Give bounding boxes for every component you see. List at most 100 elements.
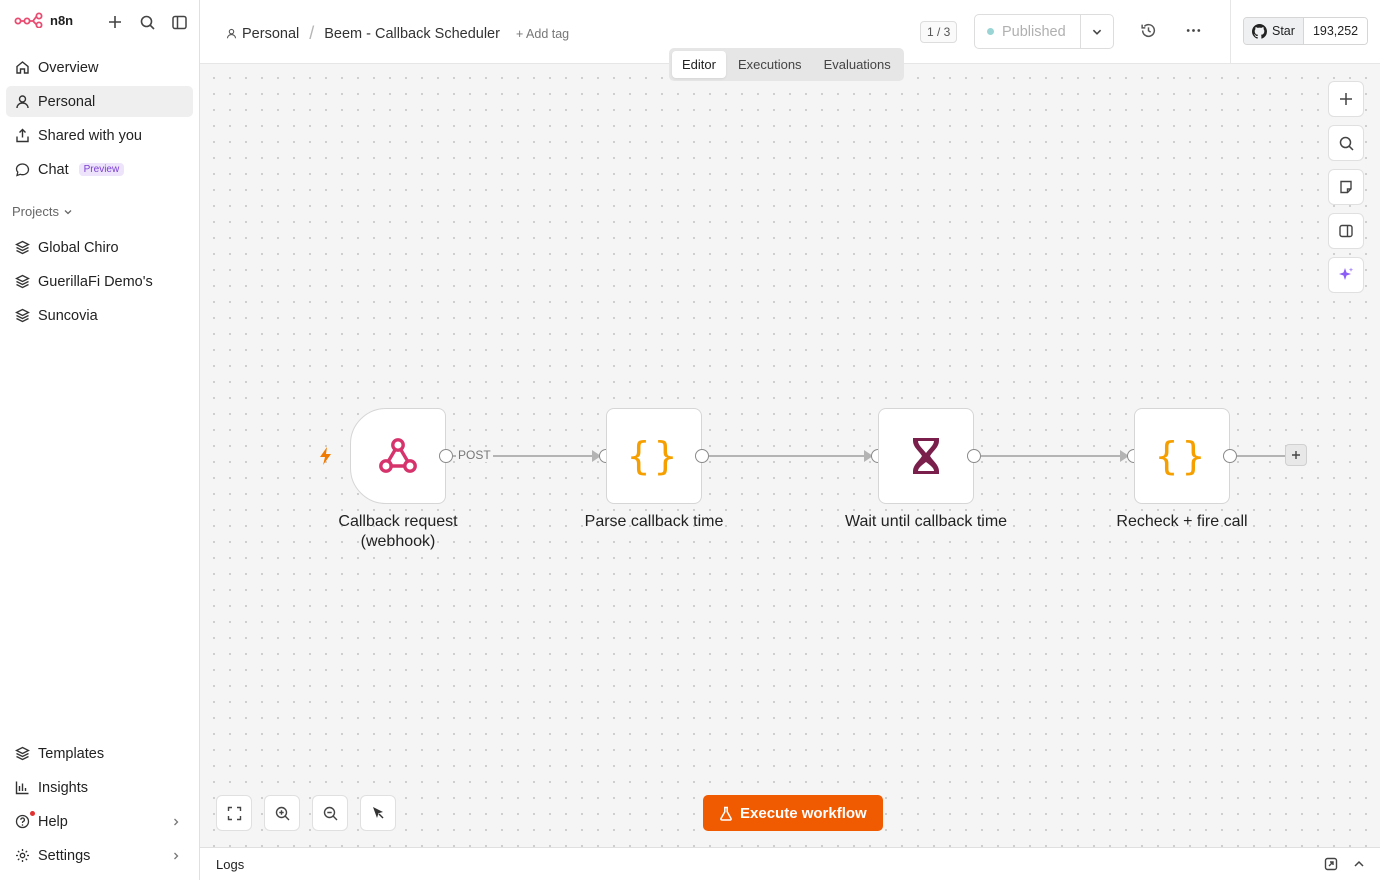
execute-workflow-button[interactable]: Execute workflow — [703, 795, 883, 831]
sidebar-item-label: Settings — [38, 847, 91, 864]
logs-panel-bar[interactable]: Logs — [200, 847, 1380, 880]
hourglass-icon — [913, 438, 939, 474]
version-counter: 1 / 3 — [920, 21, 958, 43]
node-wait-until-callback[interactable] — [878, 408, 974, 504]
publish-dropdown-button[interactable] — [1081, 15, 1113, 48]
n8n-logo[interactable]: n8n — [14, 12, 73, 28]
editor-tabs: Editor Executions Evaluations — [669, 48, 904, 81]
zoom-in-button[interactable] — [264, 795, 300, 831]
node-recheck-fire-call[interactable]: {} — [1134, 408, 1230, 504]
sidebar-item-shared[interactable]: Shared with you — [6, 120, 193, 151]
flask-icon — [720, 806, 732, 821]
tab-editor[interactable]: Editor — [672, 51, 726, 78]
zoom-out-button[interactable] — [312, 795, 348, 831]
zoom-in-icon — [275, 806, 289, 820]
node-label-line: Wait until callback time — [844, 513, 1008, 530]
bar-chart-icon — [15, 781, 29, 795]
projects-section-toggle[interactable]: Projects — [12, 204, 73, 219]
sidebar-item-label: Insights — [38, 779, 88, 796]
code-icon: {} — [627, 434, 681, 478]
github-star-label: Star — [1272, 24, 1295, 38]
add-tag-button[interactable]: + Add tag — [516, 27, 569, 41]
node-label-line: Callback request — [338, 513, 458, 530]
execute-label: Execute workflow — [740, 804, 867, 822]
home-icon — [16, 61, 29, 74]
user-icon — [226, 28, 237, 39]
n8n-logo-icon — [14, 12, 43, 28]
publish-control: Published — [974, 14, 1114, 49]
popout-icon[interactable] — [1324, 857, 1338, 871]
logs-actions — [1324, 857, 1366, 871]
breadcrumb-separator: / — [309, 23, 315, 43]
project-item-global-chiro[interactable]: Global Chiro — [6, 232, 193, 263]
collapse-sidebar-icon[interactable] — [169, 12, 189, 32]
chevron-down-icon — [1092, 29, 1102, 35]
github-star-count: 193,252 — [1303, 18, 1368, 44]
breadcrumb-project[interactable]: Personal — [242, 26, 299, 42]
canvas-zoom-toolbar — [216, 795, 396, 831]
sidebar-item-label: Overview — [38, 59, 99, 76]
workflow-name[interactable]: Beem - Callback Scheduler — [324, 26, 500, 42]
sidebar-item-label: Templates — [38, 745, 105, 762]
fit-view-button[interactable] — [216, 795, 252, 831]
publish-button[interactable]: Published — [975, 15, 1081, 48]
project-label: GuerillaFi Demo's — [38, 273, 153, 290]
sidebar: n8n Overview Personal Shared with you Ch… — [0, 0, 200, 880]
workflow-canvas[interactable]: Callback request (webhook) POST {} Parse… — [200, 64, 1380, 847]
sidebar-item-label: Personal — [38, 93, 96, 110]
chevron-down-icon — [64, 209, 72, 214]
layers-icon — [15, 274, 30, 289]
header-divider — [1230, 0, 1231, 64]
layers-icon — [15, 308, 30, 323]
github-star-button[interactable]: Star — [1244, 18, 1304, 44]
github-star-widget[interactable]: Star 193,252 — [1243, 17, 1369, 45]
output-port[interactable] — [695, 449, 709, 463]
node-callback-webhook[interactable] — [350, 408, 446, 504]
templates-icon — [15, 746, 30, 761]
cursor-broom-icon — [373, 807, 384, 819]
sidebar-item-label: Shared with you — [38, 127, 142, 144]
logo-text: n8n — [50, 12, 74, 28]
publish-label: Published — [1002, 23, 1066, 40]
project-item-suncovia[interactable]: Suncovia — [6, 300, 193, 331]
sidebar-item-settings[interactable]: Settings — [6, 840, 193, 871]
sidebar-item-templates[interactable]: Templates — [6, 738, 193, 769]
node-label: Callback request (webhook) — [298, 512, 498, 552]
projects-title: Projects — [12, 204, 59, 219]
node-label-line: (webhook) — [360, 533, 436, 550]
publish-status-dot — [987, 28, 994, 35]
sidebar-item-personal[interactable]: Personal — [6, 86, 193, 117]
logs-label: Logs — [216, 857, 245, 872]
sidebar-item-label: Chat — [38, 161, 69, 178]
search-icon[interactable] — [137, 12, 157, 32]
project-label: Suncovia — [38, 307, 98, 324]
sidebar-item-chat[interactable]: Chat Preview — [6, 154, 193, 185]
layers-icon — [15, 240, 30, 255]
project-label: Global Chiro — [38, 239, 119, 256]
tidy-up-button[interactable] — [360, 795, 396, 831]
plus-icon — [1292, 451, 1300, 459]
add-next-node-button[interactable] — [1285, 444, 1307, 466]
sidebar-item-overview[interactable]: Overview — [6, 52, 193, 83]
chevron-up-icon[interactable] — [1352, 857, 1366, 871]
node-parse-callback-time[interactable]: {} — [606, 408, 702, 504]
more-options-icon[interactable] — [1185, 22, 1202, 44]
output-port[interactable] — [1223, 449, 1237, 463]
breadcrumb: Personal / Beem - Callback Scheduler + A… — [226, 23, 569, 44]
tab-executions[interactable]: Executions — [728, 51, 812, 78]
node-label-line: Parse callback time — [584, 513, 724, 530]
share-icon — [16, 128, 29, 143]
gear-icon — [16, 849, 29, 862]
create-plus-icon[interactable] — [105, 12, 125, 32]
project-item-guerillafi[interactable]: GuerillaFi Demo's — [6, 266, 193, 297]
sidebar-item-insights[interactable]: Insights — [6, 772, 193, 803]
tab-evaluations[interactable]: Evaluations — [814, 51, 901, 78]
preview-badge: Preview — [78, 163, 125, 176]
help-icon — [15, 814, 30, 829]
code-icon: {} — [1155, 434, 1209, 478]
output-port[interactable] — [439, 449, 453, 463]
output-port[interactable] — [967, 449, 981, 463]
webhook-icon — [379, 438, 417, 473]
history-icon[interactable] — [1140, 22, 1157, 44]
edge-label-post: POST — [456, 448, 493, 462]
